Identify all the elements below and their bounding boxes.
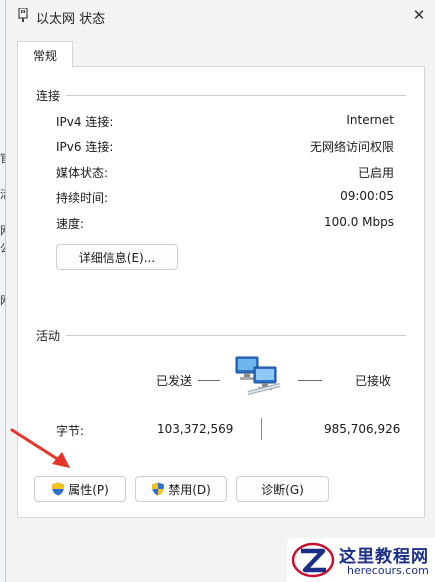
- disable-button[interactable]: 禁用(D): [135, 476, 227, 502]
- watermark-logo-icon: [291, 542, 335, 578]
- watermark-url: herecours.com: [347, 564, 429, 577]
- uac-shield-icon: [152, 482, 165, 496]
- group-divider: [36, 95, 406, 96]
- diagnose-button[interactable]: 诊断(G): [236, 476, 329, 502]
- ethernet-status-dialog: 以太网 状态 ✕ 常规 连接 IPv4 连接: Internet IPv6 连接…: [5, 0, 435, 582]
- title-bar[interactable]: 以太网 状态 ✕: [6, 0, 435, 32]
- connection-group-title: 连接: [36, 87, 67, 104]
- tab-panel-general: 连接 IPv4 连接: Internet IPv6 连接: 无网络访问权限 媒体…: [17, 66, 425, 518]
- media-state-label: 媒体状态:: [56, 166, 109, 180]
- window-title: 以太网 状态: [36, 12, 106, 27]
- duration-value: 09:00:05: [340, 189, 394, 203]
- close-icon: ✕: [412, 6, 426, 24]
- ipv4-value: Internet: [346, 113, 394, 127]
- properties-button-label: 属性(P): [68, 482, 109, 497]
- group-divider: [36, 335, 406, 336]
- bytes-sent-value: 103,372,569: [157, 422, 234, 436]
- close-button[interactable]: ✕: [408, 4, 430, 26]
- watermark: 这里教程网 herecours.com: [287, 538, 435, 582]
- sent-label: 已发送: [156, 374, 193, 388]
- ipv6-label: IPv6 连接:: [56, 140, 114, 154]
- speed-label: 速度:: [56, 217, 85, 231]
- uac-shield-icon: [52, 482, 65, 496]
- bytes-label: 字节:: [56, 424, 85, 438]
- received-label: 已接收: [355, 374, 392, 388]
- sent-connector-line: [198, 380, 220, 381]
- bytes-received-value: 985,706,926: [324, 422, 401, 436]
- disable-button-label: 禁用(D): [168, 482, 211, 497]
- bytes-divider: [261, 418, 262, 440]
- activity-group-title: 活动: [36, 327, 67, 344]
- media-state-value: 已启用: [357, 166, 394, 180]
- network-computers-icon: [235, 356, 281, 395]
- speed-value: 100.0 Mbps: [323, 215, 394, 229]
- ipv4-label: IPv4 连接:: [56, 115, 114, 129]
- duration-label: 持续时间:: [56, 191, 109, 205]
- details-button[interactable]: 详细信息(E)...: [56, 244, 178, 270]
- ipv6-value: 无网络访问权限: [309, 140, 394, 154]
- properties-button[interactable]: 属性(P): [34, 476, 126, 502]
- tab-general[interactable]: 常规: [17, 41, 73, 68]
- received-connector-line: [298, 380, 322, 381]
- network-adapter-icon: [18, 8, 28, 22]
